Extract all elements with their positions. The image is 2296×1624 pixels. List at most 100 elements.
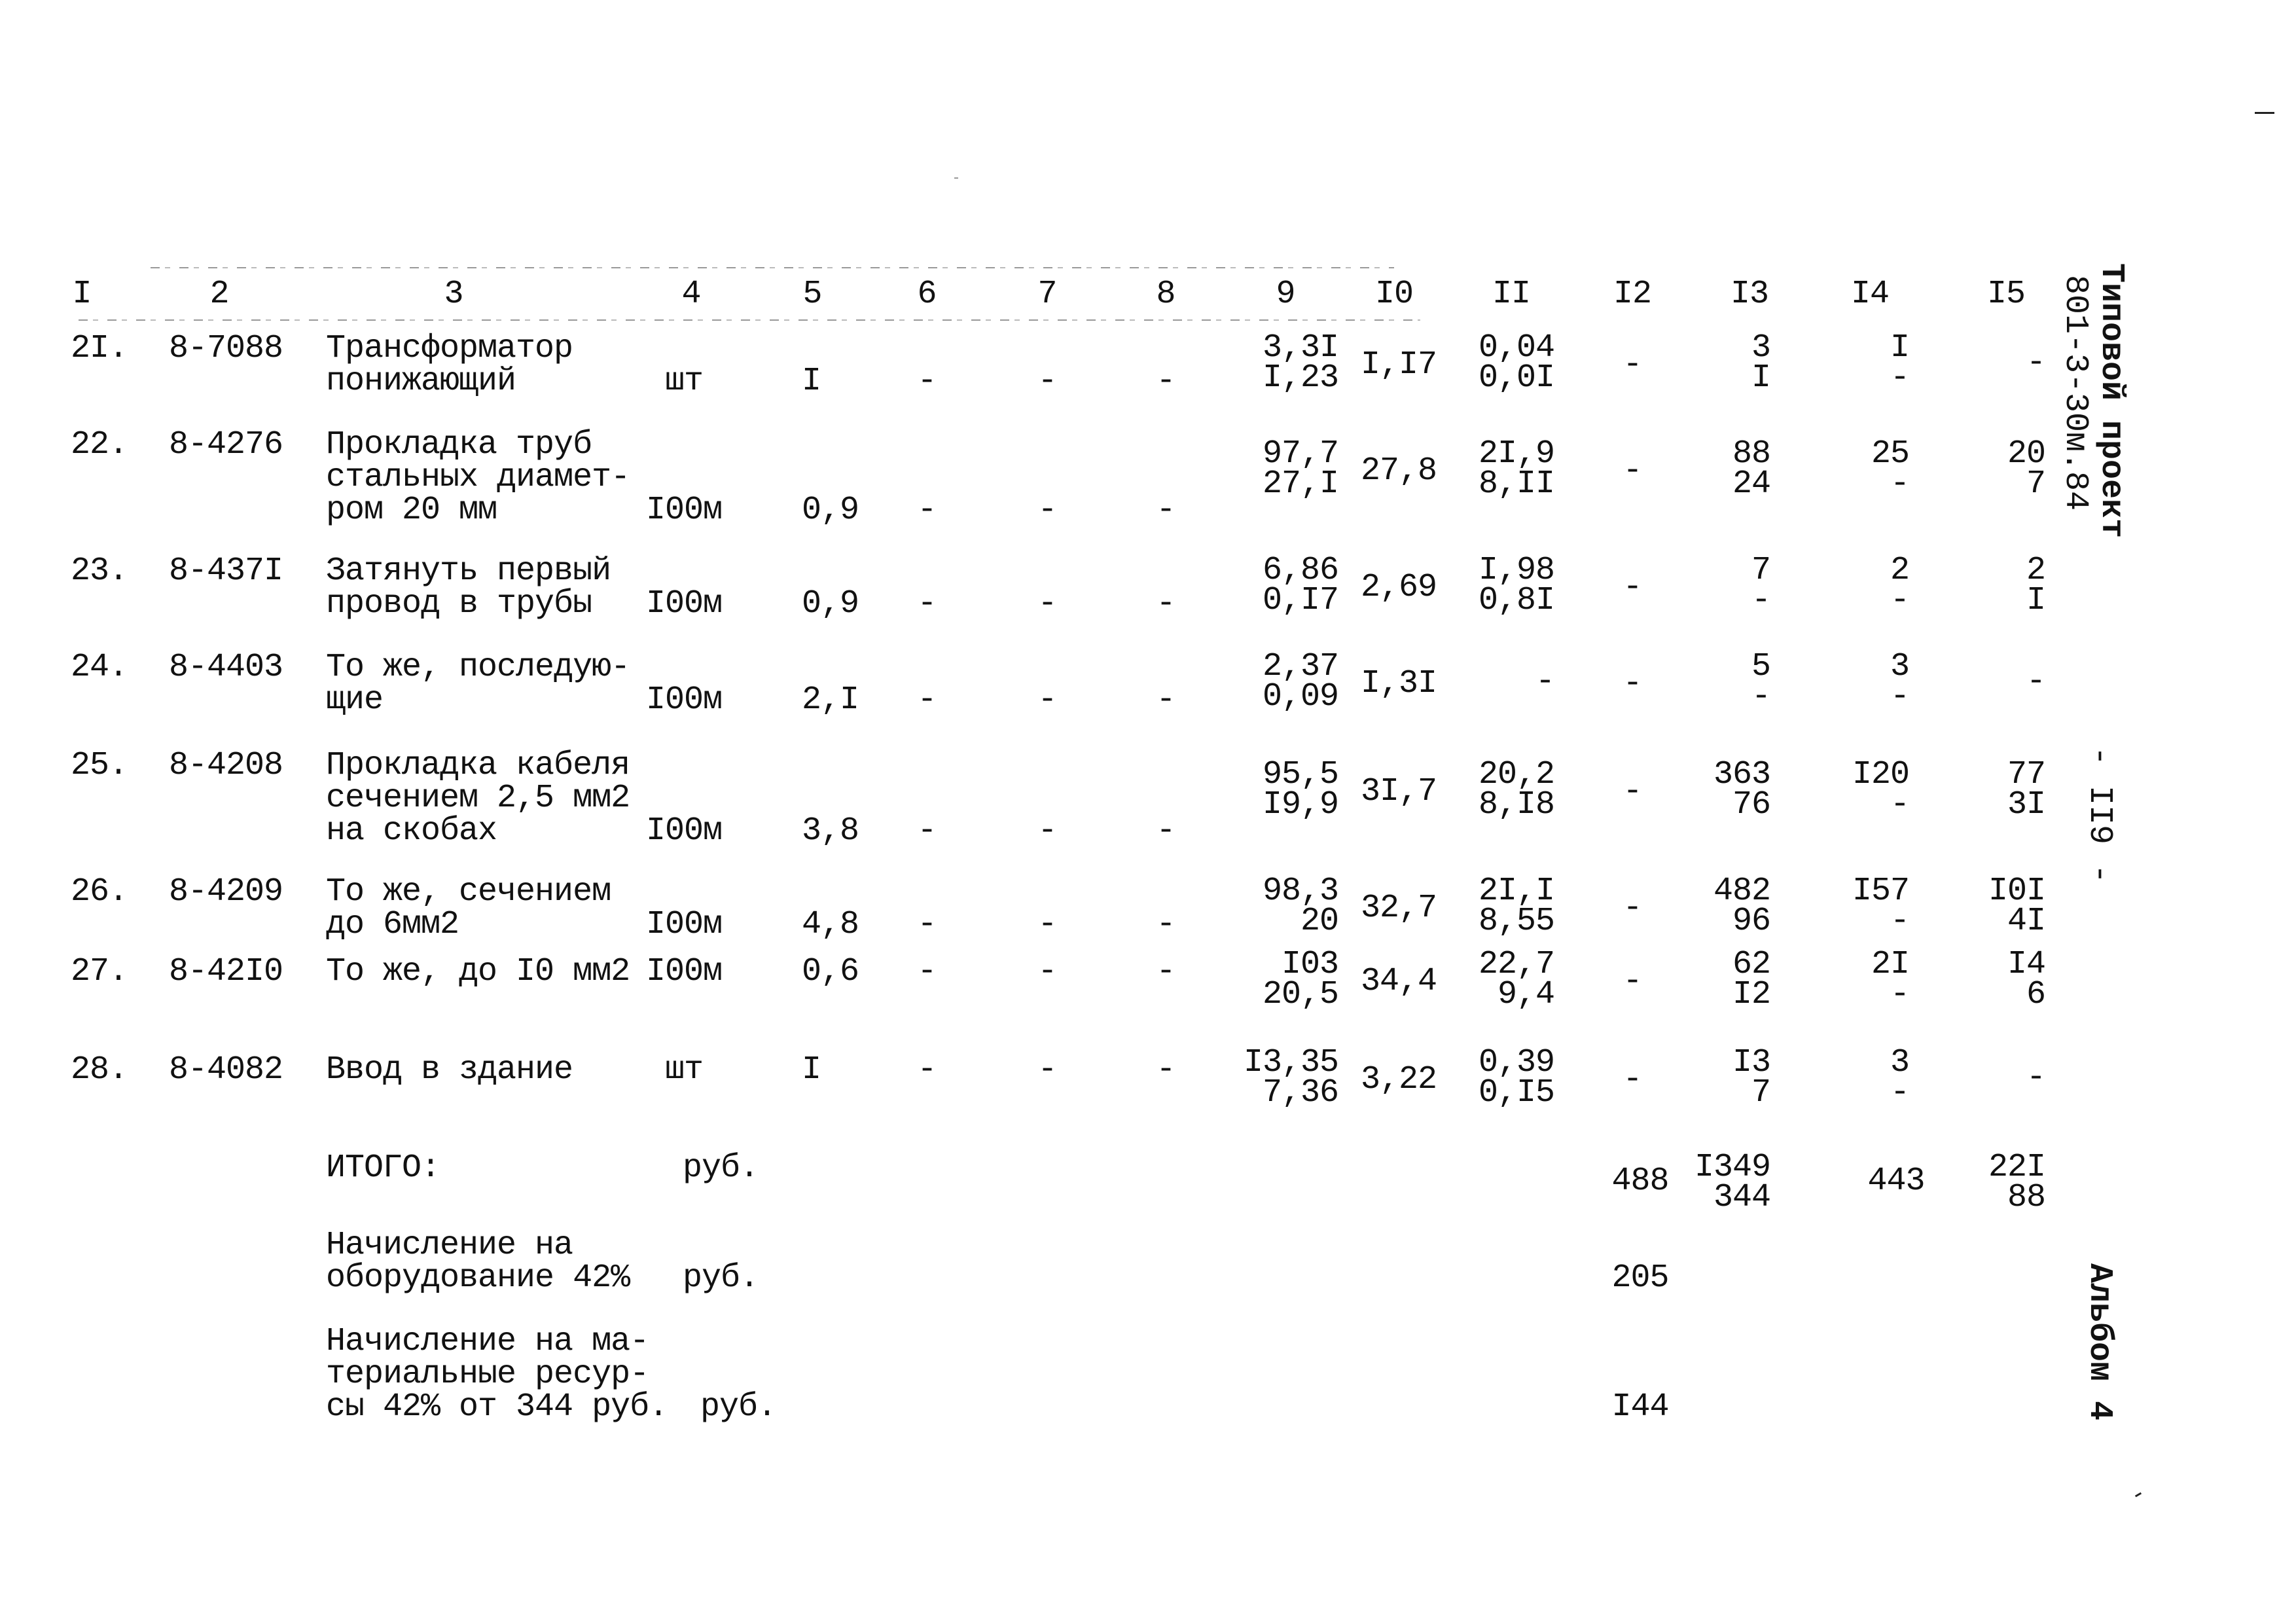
- row-number: 25.: [71, 747, 128, 784]
- unit: I00м: [645, 953, 723, 990]
- price-code: 8-4276: [169, 426, 283, 463]
- col9-value: I9,9: [1262, 786, 1339, 823]
- col11-value: 9,4: [1497, 976, 1555, 1013]
- col13-value: 24: [1732, 465, 1771, 503]
- row-number: 26.: [71, 873, 128, 911]
- work-name: То же, до I0 мм2: [326, 953, 630, 990]
- row-number: 22.: [71, 426, 128, 463]
- unit: I00м: [645, 906, 723, 943]
- col12-value: -: [1623, 452, 1642, 490]
- col13-value: 7: [1751, 1074, 1771, 1111]
- column-header-9: 9: [1276, 276, 1295, 313]
- col6-value: -: [917, 492, 937, 529]
- total-col12: 205: [1611, 1259, 1669, 1297]
- col9-value: 0,09: [1262, 678, 1339, 715]
- col10-value: 27,8: [1360, 452, 1437, 490]
- col9-value: 27,I: [1262, 465, 1339, 503]
- col15-value: -: [2026, 663, 2046, 700]
- col11-value: 8,I8: [1478, 786, 1555, 823]
- total-col14: 443: [1867, 1163, 1925, 1200]
- unit: I00м: [645, 812, 723, 850]
- col8-value: -: [1156, 953, 1175, 990]
- col14-value: -: [1890, 976, 1910, 1013]
- col12-value: -: [1623, 665, 1642, 702]
- unit: шт: [664, 363, 704, 400]
- column-header-1: I: [72, 276, 92, 313]
- price-code: 8-4208: [169, 747, 283, 784]
- col15-value: 7: [2026, 465, 2046, 503]
- col6-value: -: [917, 906, 937, 943]
- col13-value: I2: [1732, 976, 1771, 1013]
- col6-value: -: [917, 585, 937, 623]
- col15-value: -: [2026, 1059, 2046, 1096]
- work-name: Ввод в здание: [326, 1051, 573, 1089]
- work-name: щие: [326, 681, 384, 719]
- col15-value: 4I: [2007, 903, 2046, 940]
- col14-value: -: [1890, 678, 1910, 715]
- column-header-8: 8: [1156, 276, 1175, 313]
- header-bottom-rule: [79, 319, 1420, 321]
- scan-mark-top: [954, 177, 958, 179]
- row-number: 2I.: [71, 330, 128, 367]
- quantity: I: [802, 363, 821, 400]
- col6-value: -: [917, 363, 937, 400]
- work-name: провод в трубы: [326, 585, 592, 623]
- column-header-14: I4: [1850, 276, 1890, 313]
- column-header-7: 7: [1037, 276, 1057, 313]
- col13-value: 76: [1732, 786, 1771, 823]
- total-label: териальные ресур-: [326, 1356, 649, 1393]
- quantity: I: [802, 1051, 821, 1089]
- row-number: 28.: [71, 1051, 128, 1089]
- col10-value: 2,69: [1360, 569, 1437, 606]
- col7-value: -: [1037, 812, 1057, 850]
- col11-value: -: [1535, 663, 1555, 700]
- col7-value: -: [1037, 585, 1057, 623]
- work-name: до 6мм2: [326, 906, 459, 943]
- col11-value: 0,8I: [1478, 582, 1555, 619]
- header-top-rule: [151, 267, 1394, 268]
- scan-mark-bottom-right: [2134, 1492, 2142, 1498]
- total-col15: 88: [2007, 1179, 2046, 1216]
- total-col13: 344: [1713, 1179, 1771, 1216]
- total-label: ИТОГО:: [326, 1149, 440, 1187]
- col13-value: -: [1751, 678, 1771, 715]
- col14-value: -: [1890, 1074, 1910, 1111]
- total-unit: руб.: [683, 1259, 759, 1297]
- col7-value: -: [1037, 492, 1057, 529]
- col7-value: -: [1037, 906, 1057, 943]
- unit: I00м: [645, 585, 723, 623]
- col11-value: 8,55: [1478, 903, 1555, 940]
- col7-value: -: [1037, 681, 1057, 719]
- col12-value: -: [1623, 963, 1642, 1000]
- work-name: понижающий: [326, 363, 516, 400]
- column-header-2: 2: [209, 276, 229, 313]
- work-name: стальных диамет-: [326, 459, 630, 496]
- quantity: 4,8: [802, 906, 859, 943]
- column-header-11: II: [1492, 276, 1531, 313]
- column-header-15: I5: [1986, 276, 2026, 313]
- total-col12: 488: [1611, 1163, 1669, 1200]
- col13-value: I: [1751, 359, 1771, 397]
- row-number: 27.: [71, 953, 128, 990]
- col13-value: -: [1751, 582, 1771, 619]
- column-header-4: 4: [681, 276, 701, 313]
- row-number: 23.: [71, 552, 128, 590]
- col6-value: -: [917, 681, 937, 719]
- unit: I00м: [645, 681, 723, 719]
- work-name: Трансформатор: [326, 330, 573, 367]
- column-header-3: 3: [444, 276, 463, 313]
- quantity: 3,8: [802, 812, 859, 850]
- col9-value: I,23: [1262, 359, 1339, 397]
- col8-value: -: [1156, 812, 1175, 850]
- work-name: ром 20 мм: [326, 492, 497, 529]
- column-header-13: I3: [1730, 276, 1769, 313]
- work-name: То же, сечением: [326, 873, 611, 911]
- unit: I00м: [645, 492, 723, 529]
- total-unit: руб.: [683, 1149, 759, 1187]
- quantity: 0,9: [802, 492, 859, 529]
- col14-value: -: [1890, 903, 1910, 940]
- col12-value: -: [1623, 1061, 1642, 1098]
- col14-value: -: [1890, 465, 1910, 503]
- col9-value: 0,I7: [1262, 582, 1339, 619]
- col15-value: 3I: [2007, 786, 2046, 823]
